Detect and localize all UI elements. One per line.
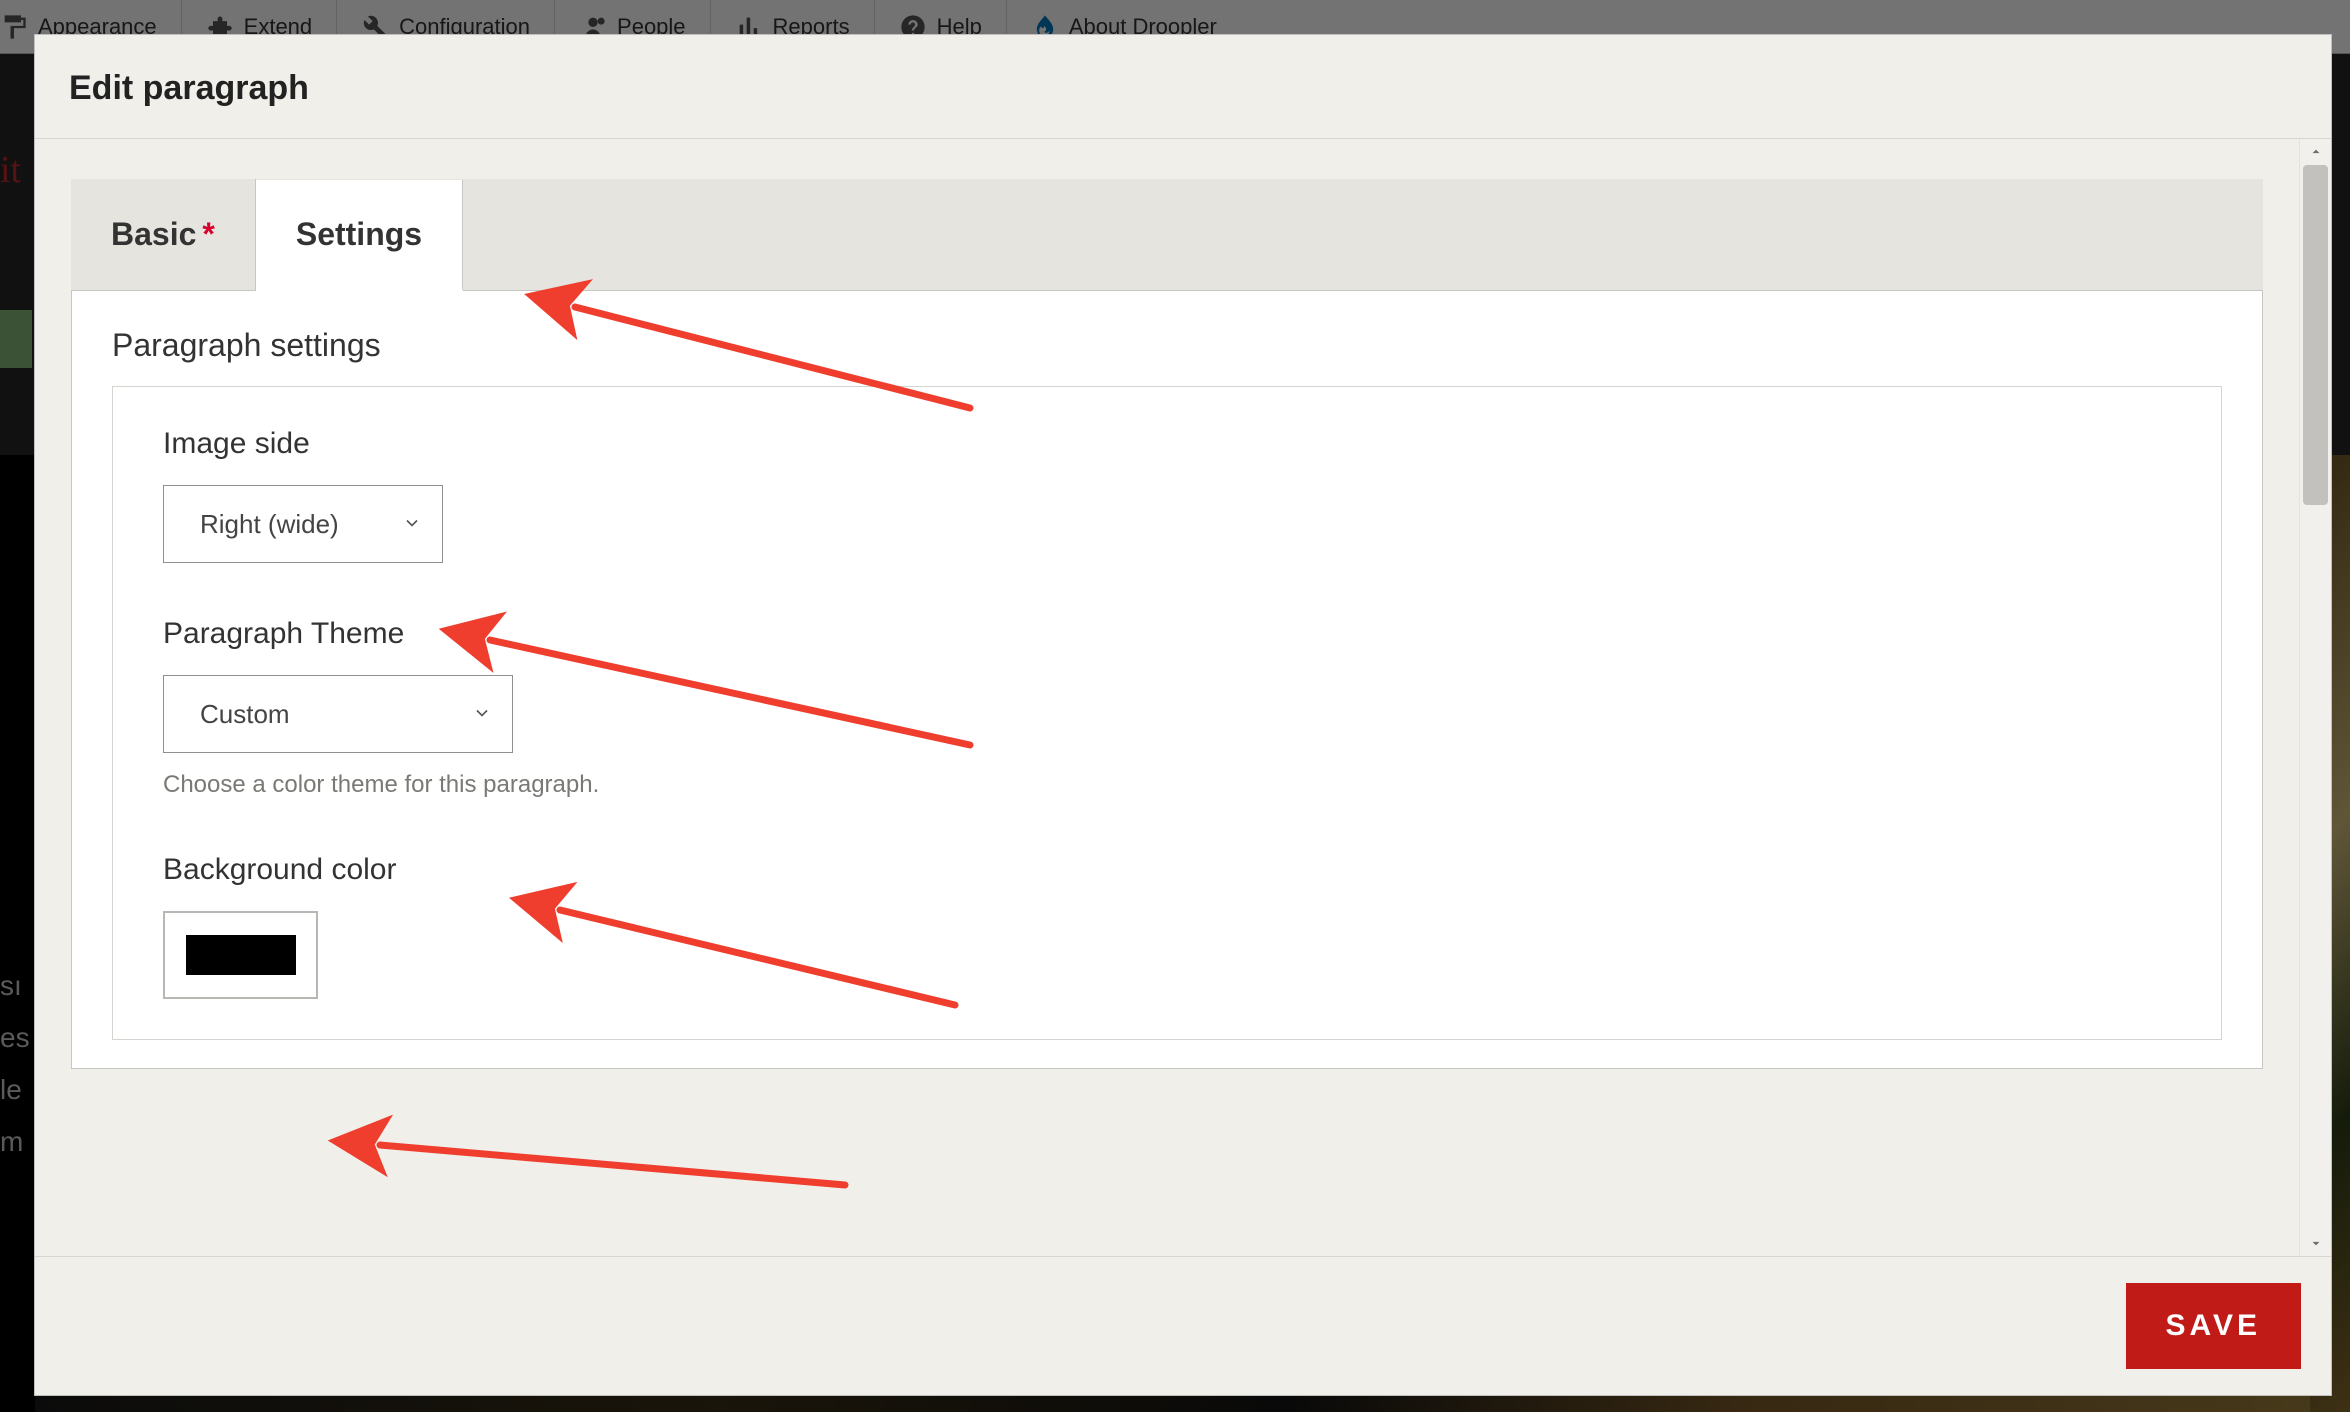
field-image-side: Image side Right (wide) <box>163 427 2171 563</box>
field-paragraph-theme: Paragraph Theme Custom Choose a color th… <box>163 617 2171 799</box>
modal-title: Edit paragraph <box>69 69 2297 108</box>
tab-label: Basic <box>111 216 196 253</box>
select-value: Right (wide) <box>200 509 339 540</box>
field-help: Choose a color theme for this paragraph. <box>163 771 2171 799</box>
scroll-up-button[interactable] <box>2300 139 2331 165</box>
select-value: Custom <box>200 699 290 730</box>
field-background-color: Background color <box>163 853 2171 999</box>
tab-label: Settings <box>296 216 422 253</box>
field-label: Background color <box>163 853 2171 887</box>
image-side-select[interactable]: Right (wide) <box>163 485 443 563</box>
settings-fieldset: Image side Right (wide) Paragraph Theme … <box>112 386 2222 1040</box>
save-button[interactable]: SAVE <box>2126 1283 2301 1369</box>
settings-panel: Paragraph settings Image side Right (wid… <box>71 291 2263 1069</box>
scroll-down-button[interactable] <box>2300 1230 2331 1256</box>
chevron-down-icon <box>472 699 492 730</box>
required-marker: * <box>202 216 214 253</box>
field-label: Paragraph Theme <box>163 617 2171 651</box>
scrollbar[interactable] <box>2299 139 2331 1256</box>
tabs: Basic * Settings <box>71 179 2263 291</box>
edit-paragraph-modal: Edit paragraph Basic * Settings Paragrap… <box>34 34 2332 1396</box>
tab-basic[interactable]: Basic * <box>71 179 256 290</box>
color-preview <box>186 935 296 975</box>
modal-header: Edit paragraph <box>35 35 2331 139</box>
field-label: Image side <box>163 427 2171 461</box>
chevron-down-icon <box>402 509 422 540</box>
modal-footer: SAVE <box>35 1256 2331 1395</box>
section-title: Paragraph settings <box>112 327 2222 364</box>
tab-settings[interactable]: Settings <box>256 180 463 291</box>
modal-body: Basic * Settings Paragraph settings Imag… <box>35 139 2299 1256</box>
scroll-thumb[interactable] <box>2303 165 2328 505</box>
paragraph-theme-select[interactable]: Custom <box>163 675 513 753</box>
background-color-picker[interactable] <box>163 911 318 999</box>
